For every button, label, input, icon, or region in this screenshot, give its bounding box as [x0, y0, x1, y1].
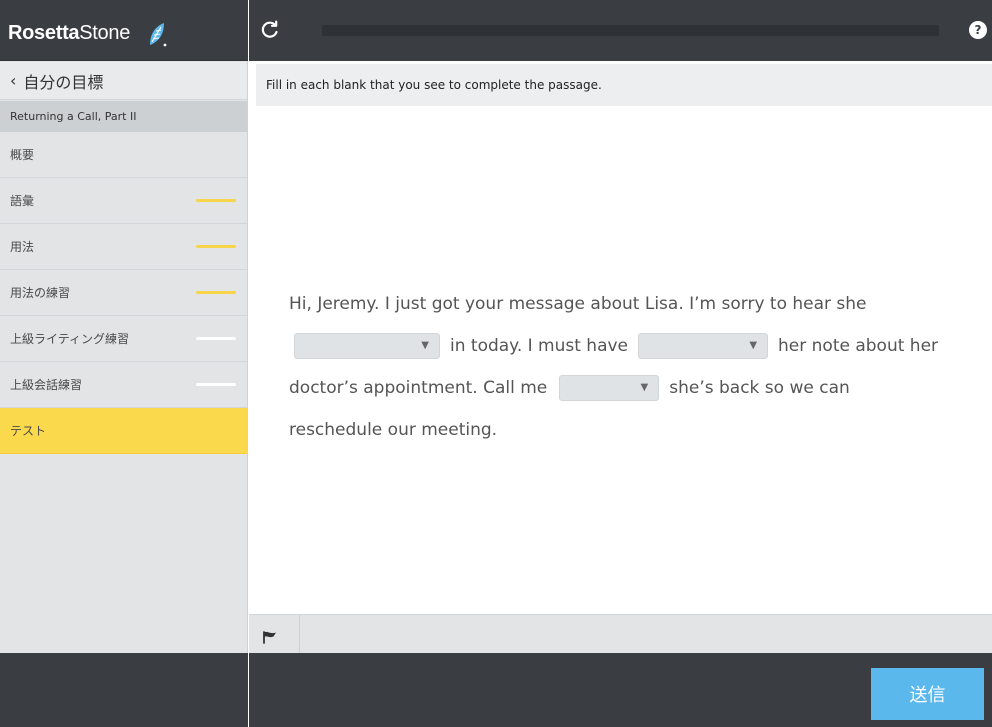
passage-text: in today. I must have — [450, 336, 629, 356]
passage-text: Hi, Jeremy. I just got your message abou… — [289, 294, 867, 314]
refresh-icon[interactable] — [259, 18, 281, 40]
passage: Hi, Jeremy. I just got your message abou… — [289, 283, 979, 451]
passage-text: reschedule our meeting. — [289, 420, 498, 440]
help-glyph: ? — [974, 23, 982, 37]
blank-dropdown-3[interactable]: ▼ — [559, 375, 660, 401]
progress-indicator — [196, 291, 236, 294]
nav-item-label: 用法 — [10, 240, 35, 254]
logo-word-1: Rosetta — [8, 22, 80, 44]
instructions: Fill in each blank that you see to compl… — [256, 64, 992, 106]
back-to-goals[interactable]: ‹ 自分の目標 — [0, 62, 247, 100]
progress-indicator — [196, 199, 236, 202]
passage-line: doctor’s appointment. Call me ▼ she’s ba… — [289, 367, 979, 409]
dropdown-caret-icon: ▼ — [640, 382, 649, 393]
progress-indicator — [196, 383, 236, 386]
lesson-nav: 概要 語彙 用法 用法の練習 上級ライティング練習 上級会話練習 テスト — [0, 132, 247, 454]
blank-dropdown-2[interactable]: ▼ — [638, 333, 769, 359]
dropdown-caret-icon: ▼ — [421, 340, 429, 351]
passage-text: doctor’s appointment. Call me — [289, 378, 548, 398]
passage-text: her note about her — [778, 336, 939, 356]
nav-item-test[interactable]: テスト — [0, 408, 247, 454]
logo-word-2: Stone — [79, 22, 131, 44]
passage-line: Hi, Jeremy. I just got your message abou… — [289, 283, 979, 325]
nav-item-advanced-conversation[interactable]: 上級会話練習 — [0, 362, 247, 408]
chevron-left-icon: ‹ — [10, 71, 17, 90]
sidebar-footer — [0, 653, 248, 727]
nav-item-label: 上級ライティング練習 — [10, 332, 130, 346]
brand-header: RosettaStone — [0, 0, 248, 61]
flag-cell[interactable] — [249, 615, 300, 654]
back-label: 自分の目標 — [23, 72, 104, 92]
flag-bar — [249, 614, 992, 654]
unit-title: Returning a Call, Part II — [0, 101, 247, 132]
passage-text: she’s back so we can — [669, 378, 850, 398]
rosetta-stone-logo: RosettaStone — [8, 22, 130, 45]
passage-line: reschedule our meeting. — [289, 409, 979, 451]
nav-item-usage-practice[interactable]: 用法の練習 — [0, 270, 247, 316]
flag-icon[interactable] — [262, 630, 278, 644]
sidebar: RosettaStone ‹ 自分の目標 Returning a Call, P… — [0, 0, 248, 727]
nav-item-label: 上級会話練習 — [10, 378, 83, 392]
dropdown-caret-icon: ▼ — [749, 340, 758, 351]
progress-indicator — [196, 337, 236, 340]
nav-item-label: 用法の練習 — [10, 286, 71, 300]
nav-item-label: テスト — [10, 424, 47, 438]
nav-item-label: 概要 — [10, 148, 35, 162]
leaf-icon — [150, 23, 167, 47]
bottom-bar: 送信 — [249, 653, 992, 727]
passage-line: ▼ in today. I must have ▼ her note about… — [289, 325, 979, 367]
nav-item-vocabulary[interactable]: 語彙 — [0, 178, 247, 224]
lesson-progress-bar — [322, 25, 939, 36]
progress-indicator — [196, 245, 236, 248]
blank-dropdown-1[interactable]: ▼ — [294, 333, 440, 359]
top-bar: ? — [249, 0, 992, 61]
nav-item-usage[interactable]: 用法 — [0, 224, 247, 270]
nav-item-advanced-writing[interactable]: 上級ライティング練習 — [0, 316, 247, 362]
nav-item-overview[interactable]: 概要 — [0, 132, 247, 178]
help-icon[interactable]: ? — [969, 21, 987, 39]
submit-button[interactable]: 送信 — [871, 668, 984, 720]
nav-item-label: 語彙 — [10, 194, 35, 208]
